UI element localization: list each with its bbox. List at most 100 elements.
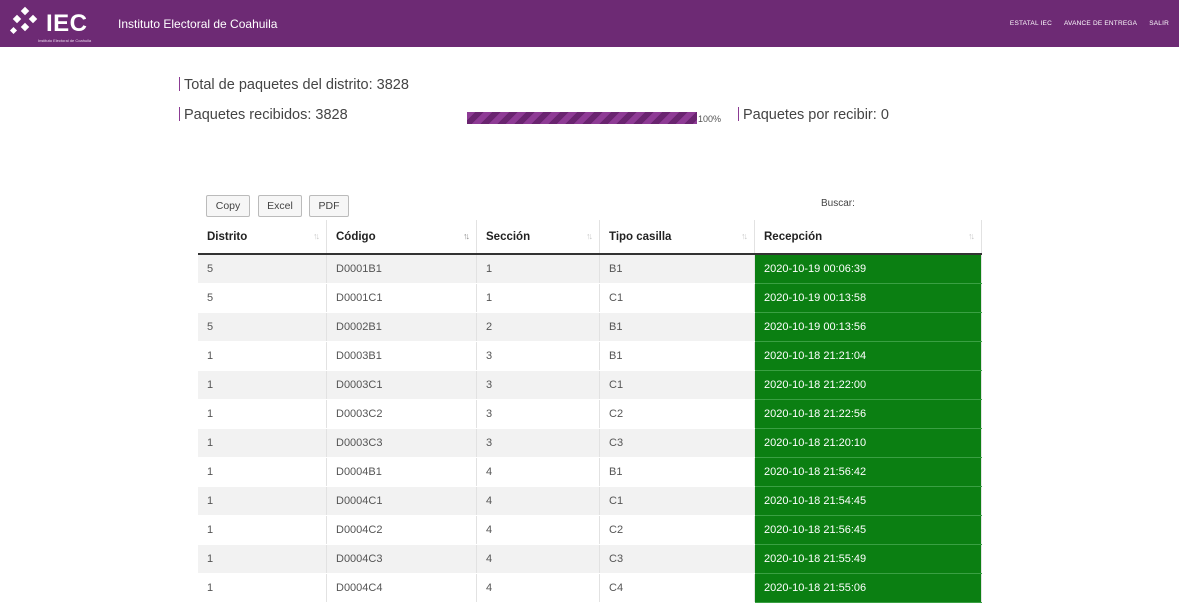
cell-codigo: D0001C1 [326,283,477,313]
cell-tipo-casilla: C1 [599,370,755,400]
column-header-label: Código [336,230,376,243]
cell-seccion: 4 [476,457,600,487]
top-nav-menu: ESTATAL IEC AVANCE DE ENTREGA SALIR [1010,20,1169,27]
stat-divider [179,107,180,121]
cell-seccion: 4 [476,486,600,516]
cell-recepcion: 2020-10-18 21:54:45 [754,486,982,516]
cell-codigo: D0003B1 [326,341,477,371]
cell-distrito: 1 [198,370,327,400]
logo-subtitle: Instituto Electoral de Coahuila [38,38,92,43]
sort-icon: ↑↓ [313,231,320,241]
stat-divider [738,107,739,121]
cell-tipo-casilla: B1 [599,312,755,342]
table-row[interactable]: 1 D0004C2 4 C2 2020-10-18 21:56:45 [198,515,982,545]
cell-seccion: 3 [476,341,600,371]
column-header-label: Distrito [207,230,248,243]
cell-tipo-casilla: B1 [599,457,755,487]
table-row[interactable]: 1 D0004C1 4 C1 2020-10-18 21:54:45 [198,486,982,516]
total-packages-text: Total de paquetes del distrito: 3828 [184,77,409,93]
column-header-label: Sección [486,230,531,243]
cell-recepcion: 2020-10-18 21:56:45 [754,515,982,545]
iec-emblem-icon [9,6,38,35]
cell-distrito: 1 [198,486,327,516]
cell-distrito: 1 [198,515,327,545]
cell-tipo-casilla: B1 [599,341,755,371]
cell-tipo-casilla: C1 [599,283,755,313]
cell-seccion: 3 [476,370,600,400]
sort-icon: ↑↓ [741,231,748,241]
cell-tipo-casilla: C3 [599,544,755,574]
cell-tipo-casilla: C2 [599,399,755,429]
stat-divider [179,77,180,91]
cell-recepcion: 2020-10-18 21:22:00 [754,370,982,400]
column-header-distrito[interactable]: Distrito ↑↓ [198,220,327,255]
iec-logo[interactable]: IEC Instituto Electoral de Coahuila [8,6,108,43]
nav-salir[interactable]: SALIR [1149,20,1169,27]
cell-codigo: D0001B1 [326,254,477,284]
cell-codigo: D0004C1 [326,486,477,516]
cell-codigo: D0004C2 [326,515,477,545]
column-header-seccion[interactable]: Sección ↑↓ [476,220,600,255]
column-header-codigo[interactable]: Código ↑↓ [326,220,477,255]
table-row[interactable]: 1 D0003C2 3 C2 2020-10-18 21:22:56 [198,399,982,429]
cell-recepcion: 2020-10-19 00:13:56 [754,312,982,342]
cell-codigo: D0003C2 [326,399,477,429]
sort-ascending-icon: ↑↓ [463,231,470,241]
table-row[interactable]: 1 D0003C1 3 C1 2020-10-18 21:22:00 [198,370,982,400]
search-label: Buscar: [821,198,855,209]
column-header-label: Recepción [764,230,823,243]
table-row[interactable]: 1 D0004C4 4 C4 2020-10-18 21:55:06 [198,573,982,603]
cell-distrito: 1 [198,544,327,574]
cell-codigo: D0002B1 [326,312,477,342]
cell-seccion: 2 [476,312,600,342]
received-packages-stat: Paquetes recibidos: 3828 [179,107,348,123]
top-navbar: IEC Instituto Electoral de Coahuila Inst… [0,0,1179,47]
sort-icon: ↑↓ [968,231,975,241]
cell-seccion: 1 [476,254,600,284]
table-row[interactable]: 5 D0001C1 1 C1 2020-10-19 00:13:58 [198,283,982,313]
cell-seccion: 4 [476,515,600,545]
table-row[interactable]: 1 D0003B1 3 B1 2020-10-18 21:21:04 [198,341,982,371]
progress-fill [467,112,697,124]
column-header-label: Tipo casilla [609,230,672,243]
table-row[interactable]: 1 D0004B1 4 B1 2020-10-18 21:56:42 [198,457,982,487]
cell-tipo-casilla: C3 [599,428,755,458]
table-row[interactable]: 5 D0001B1 1 B1 2020-10-19 00:06:39 [198,254,982,284]
column-header-recepcion[interactable]: Recepción ↑↓ [754,220,982,255]
cell-codigo: D0004B1 [326,457,477,487]
progress-label: 100% [698,114,722,124]
cell-distrito: 5 [198,312,327,342]
received-packages-text: Paquetes recibidos: 3828 [184,107,348,123]
table-row[interactable]: 1 D0003C3 3 C3 2020-10-18 21:20:10 [198,428,982,458]
cell-recepcion: 2020-10-18 21:21:04 [754,341,982,371]
cell-codigo: D0004C3 [326,544,477,574]
column-header-tipo-casilla[interactable]: Tipo casilla ↑↓ [599,220,755,255]
table-row[interactable]: 5 D0002B1 2 B1 2020-10-19 00:13:56 [198,312,982,342]
total-packages-stat: Total de paquetes del distrito: 3828 [179,77,409,93]
cell-distrito: 5 [198,254,327,284]
cell-recepcion: 2020-10-19 00:06:39 [754,254,982,284]
table-body: 5 D0001B1 1 B1 2020-10-19 00:06:39 5 D0001C1 1 C… [198,254,982,603]
excel-button[interactable]: Excel [258,195,302,217]
cell-distrito: 1 [198,399,327,429]
cell-seccion: 1 [476,283,600,313]
pdf-button[interactable]: PDF [309,195,349,217]
cell-seccion: 3 [476,428,600,458]
cell-distrito: 1 [198,341,327,371]
pending-packages-stat: Paquetes por recibir: 0 [738,107,889,123]
copy-button[interactable]: Copy [206,195,250,217]
cell-recepcion: 2020-10-18 21:56:42 [754,457,982,487]
cell-recepcion: 2020-10-18 21:22:56 [754,399,982,429]
packages-table: Distrito ↑↓ Código ↑↓ Sección ↑↓ Tipo casil… [198,220,982,603]
nav-avance-de-entrega[interactable]: AVANCE DE ENTREGA [1064,20,1137,27]
cell-recepcion: 2020-10-18 21:20:10 [754,428,982,458]
cell-tipo-casilla: C1 [599,486,755,516]
cell-distrito: 1 [198,573,327,603]
cell-recepcion: 2020-10-18 21:55:49 [754,544,982,574]
cell-tipo-casilla: C4 [599,573,755,603]
app-title: Instituto Electoral de Coahuila [118,17,278,31]
cell-distrito: 1 [198,457,327,487]
cell-tipo-casilla: B1 [599,254,755,284]
table-row[interactable]: 1 D0004C3 4 C3 2020-10-18 21:55:49 [198,544,982,574]
nav-estatal-iec[interactable]: ESTATAL IEC [1010,20,1052,27]
